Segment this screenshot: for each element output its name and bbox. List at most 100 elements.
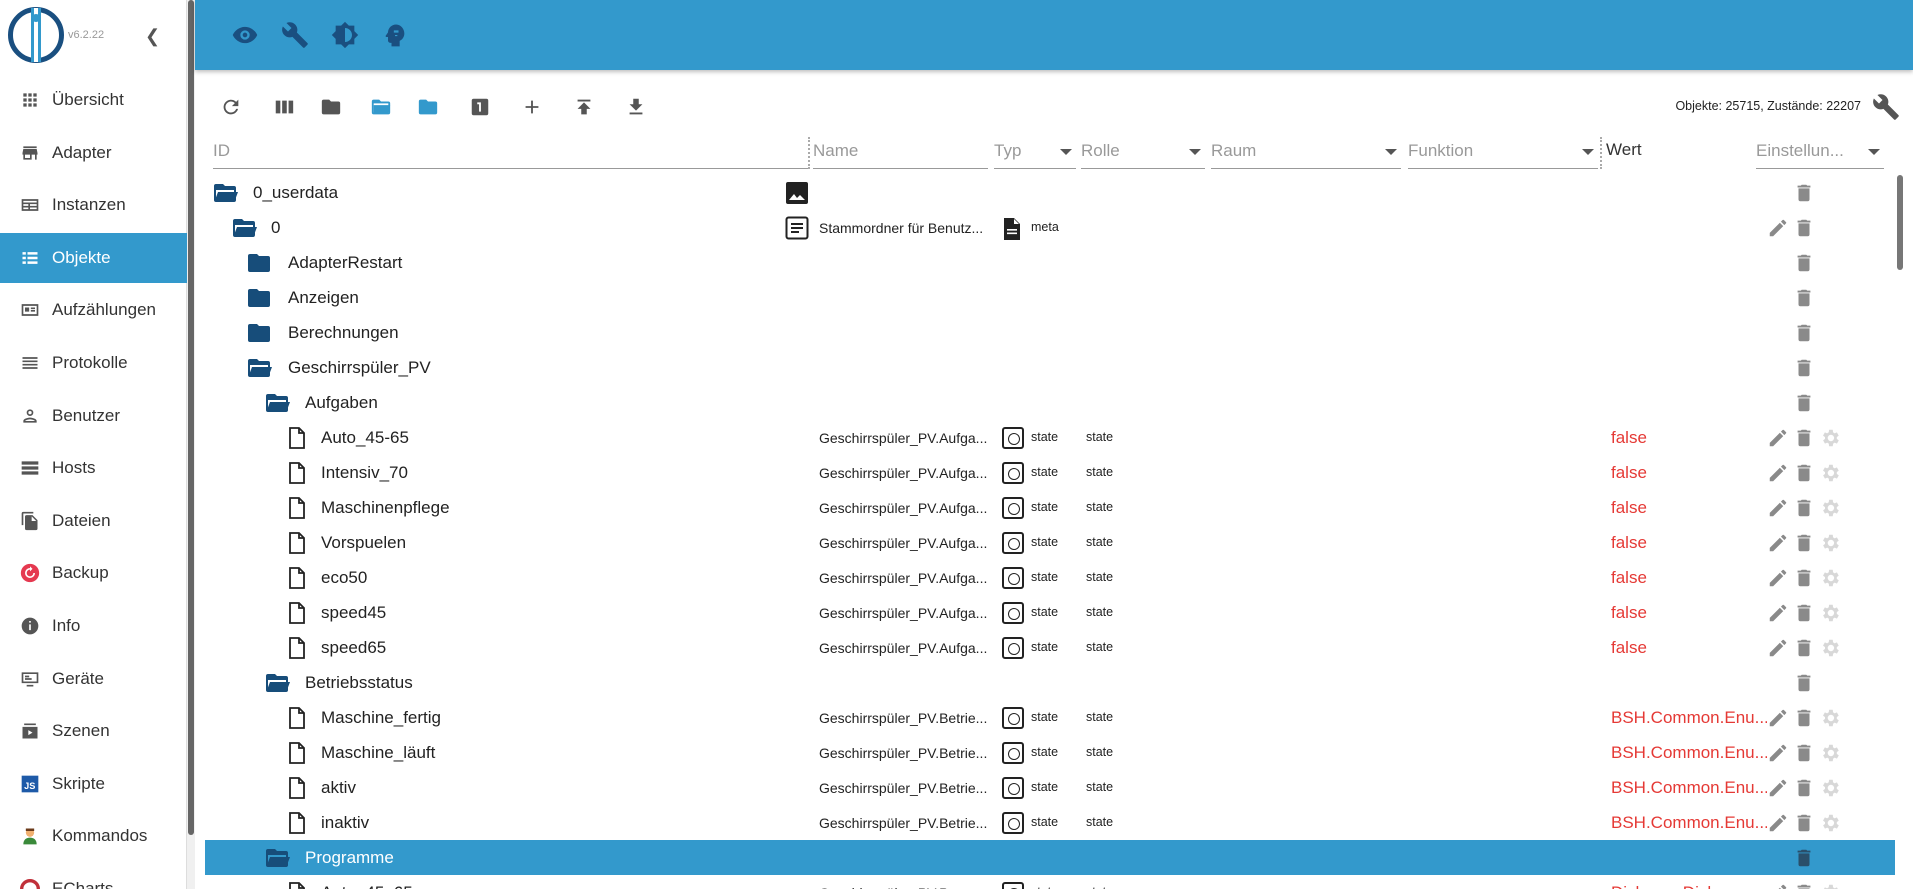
gear-icon[interactable] bbox=[1819, 602, 1841, 624]
delete-icon[interactable] bbox=[1793, 287, 1815, 309]
folder-icon[interactable] bbox=[247, 322, 271, 349]
edit-icon[interactable] bbox=[1767, 742, 1789, 764]
tree-row-value[interactable]: Dishcare.Dishwas... bbox=[1611, 883, 1767, 889]
folder-open-icon[interactable] bbox=[213, 182, 239, 209]
delete-icon[interactable] bbox=[1793, 567, 1815, 589]
gear-icon[interactable] bbox=[1819, 497, 1841, 519]
delete-icon[interactable] bbox=[1793, 882, 1815, 889]
tree-row-value[interactable]: false bbox=[1611, 603, 1767, 623]
edit-icon[interactable] bbox=[1767, 602, 1789, 624]
edit-icon[interactable] bbox=[1767, 567, 1789, 589]
nav-item-übersicht[interactable]: Übersicht bbox=[0, 75, 187, 125]
nav-item-kommandos[interactable]: Kommandos bbox=[0, 811, 187, 861]
refresh-button[interactable] bbox=[217, 93, 245, 121]
tree-row-folder[interactable]: 0_userdata bbox=[205, 175, 1895, 210]
delete-icon[interactable] bbox=[1793, 182, 1815, 204]
gear-icon[interactable] bbox=[1819, 462, 1841, 484]
delete-icon[interactable] bbox=[1793, 742, 1815, 764]
tree-row-value[interactable]: false bbox=[1611, 533, 1767, 553]
tree-row-state[interactable]: Auto_45-65 Geschirrspüler_PV.Aufga... stat… bbox=[205, 420, 1895, 455]
tree-row-value[interactable]: BSH.Common.Enu... bbox=[1611, 743, 1767, 763]
edit-icon[interactable] bbox=[1767, 427, 1789, 449]
gear-icon[interactable] bbox=[1819, 532, 1841, 554]
iobroker-logo[interactable] bbox=[8, 7, 64, 63]
tree-row-state[interactable]: Intensiv_70 Geschirrspüler_PV.Aufga... sta… bbox=[205, 455, 1895, 490]
nav-item-adapter[interactable]: Adapter bbox=[0, 128, 187, 178]
nav-item-echarts[interactable]: ECharts bbox=[0, 864, 187, 889]
eye-icon[interactable] bbox=[231, 21, 259, 49]
folder-icon[interactable] bbox=[247, 287, 271, 314]
gear-icon[interactable] bbox=[1819, 812, 1841, 834]
edit-icon[interactable] bbox=[1767, 707, 1789, 729]
nav-item-geräte[interactable]: Geräte bbox=[0, 654, 187, 704]
folder-open-icon[interactable] bbox=[265, 392, 291, 419]
collapse-sidebar-button[interactable]: ❮ bbox=[145, 26, 160, 47]
folder-open-icon[interactable] bbox=[265, 672, 291, 699]
gear-icon[interactable] bbox=[1819, 882, 1841, 889]
tree-row-folder[interactable]: AdapterRestart bbox=[205, 245, 1895, 280]
tree-row-folder[interactable]: Berechnungen bbox=[205, 315, 1895, 350]
tree-row-state[interactable]: speed65 Geschirrspüler_PV.Aufga... state st… bbox=[205, 630, 1895, 665]
delete-icon[interactable] bbox=[1793, 777, 1815, 799]
delete-icon[interactable] bbox=[1793, 847, 1815, 869]
nav-item-aufzählungen[interactable]: Aufzählungen bbox=[0, 285, 187, 335]
edit-icon[interactable] bbox=[1767, 217, 1789, 239]
delete-icon[interactable] bbox=[1793, 532, 1815, 554]
tree-row-state[interactable]: eco50 Geschirrspüler_PV.Aufga... state stat… bbox=[205, 560, 1895, 595]
edit-icon[interactable] bbox=[1767, 882, 1789, 889]
delete-icon[interactable] bbox=[1793, 322, 1815, 344]
folder-open-icon[interactable] bbox=[265, 847, 291, 874]
expand-all-icon[interactable] bbox=[367, 93, 395, 121]
delete-icon[interactable] bbox=[1793, 497, 1815, 519]
tree-row-value[interactable]: false bbox=[1611, 428, 1767, 448]
collapse-all-icon[interactable] bbox=[414, 93, 442, 121]
nav-item-szenen[interactable]: Szenen bbox=[0, 706, 187, 756]
rolle-filter[interactable]: Rolle bbox=[1081, 137, 1205, 169]
gear-icon[interactable] bbox=[1819, 777, 1841, 799]
nav-item-protokolle[interactable]: Protokolle bbox=[0, 338, 187, 388]
folder-open-icon[interactable] bbox=[247, 357, 273, 384]
tree-row-value[interactable]: false bbox=[1611, 638, 1767, 658]
edit-icon[interactable] bbox=[1767, 532, 1789, 554]
tree-row-folder[interactable]: Aufgaben bbox=[205, 385, 1895, 420]
tree-row-folder[interactable]: Programme bbox=[205, 840, 1895, 875]
upload-icon[interactable] bbox=[570, 93, 598, 121]
gear-icon[interactable] bbox=[1819, 707, 1841, 729]
edit-icon[interactable] bbox=[1767, 462, 1789, 484]
expand-level-icon[interactable] bbox=[466, 93, 494, 121]
tree-row-folder[interactable]: Anzeigen bbox=[205, 280, 1895, 315]
folder-icon[interactable] bbox=[247, 252, 271, 279]
delete-icon[interactable] bbox=[1793, 672, 1815, 694]
gear-icon[interactable] bbox=[1819, 742, 1841, 764]
sidebar-scrollbar[interactable] bbox=[187, 0, 195, 889]
delete-icon[interactable] bbox=[1793, 217, 1815, 239]
id-filter[interactable]: ID bbox=[213, 137, 808, 169]
tree-scroll-thumb[interactable] bbox=[1897, 175, 1903, 270]
delete-icon[interactable] bbox=[1793, 637, 1815, 659]
expert-mode-icon[interactable] bbox=[381, 21, 409, 49]
nav-item-backup[interactable]: Backup bbox=[0, 548, 187, 598]
tree-row-value[interactable]: BSH.Common.Enu... bbox=[1611, 708, 1767, 728]
tree-row-value[interactable]: BSH.Common.Enu... bbox=[1611, 778, 1767, 798]
delete-icon[interactable] bbox=[1793, 602, 1815, 624]
table-settings-wrench-icon[interactable] bbox=[1872, 93, 1900, 121]
tree-row-value[interactable]: BSH.Common.Enu... bbox=[1611, 813, 1767, 833]
tree-row-state[interactable]: speed45 Geschirrspüler_PV.Aufga... state st… bbox=[205, 595, 1895, 630]
delete-icon[interactable] bbox=[1793, 252, 1815, 274]
gear-icon[interactable] bbox=[1819, 637, 1841, 659]
edit-icon[interactable] bbox=[1767, 637, 1789, 659]
einstellungen-filter[interactable]: Einstellun... bbox=[1756, 137, 1884, 169]
tree-row-state[interactable]: aktiv Geschirrspüler_PV.Betrie... state sta… bbox=[205, 770, 1895, 805]
gear-icon[interactable] bbox=[1819, 567, 1841, 589]
tree-row-folder[interactable]: Geschirrspüler_PV bbox=[205, 350, 1895, 385]
tree-row-value[interactable]: false bbox=[1611, 568, 1767, 588]
nav-item-skripte[interactable]: JS Skripte bbox=[0, 759, 187, 809]
funktion-filter[interactable]: Funktion bbox=[1408, 137, 1598, 169]
delete-icon[interactable] bbox=[1793, 392, 1815, 414]
gear-icon[interactable] bbox=[1819, 427, 1841, 449]
edit-icon[interactable] bbox=[1767, 812, 1789, 834]
tree-row-folder[interactable]: Betriebsstatus bbox=[205, 665, 1895, 700]
tree-row-folder[interactable]: 0 Stammordner für Benutz... meta bbox=[205, 210, 1895, 245]
tree-row-state[interactable]: Maschine_fertig Geschirrspüler_PV.Betrie.… bbox=[205, 700, 1895, 735]
wrench-icon[interactable] bbox=[281, 21, 309, 49]
